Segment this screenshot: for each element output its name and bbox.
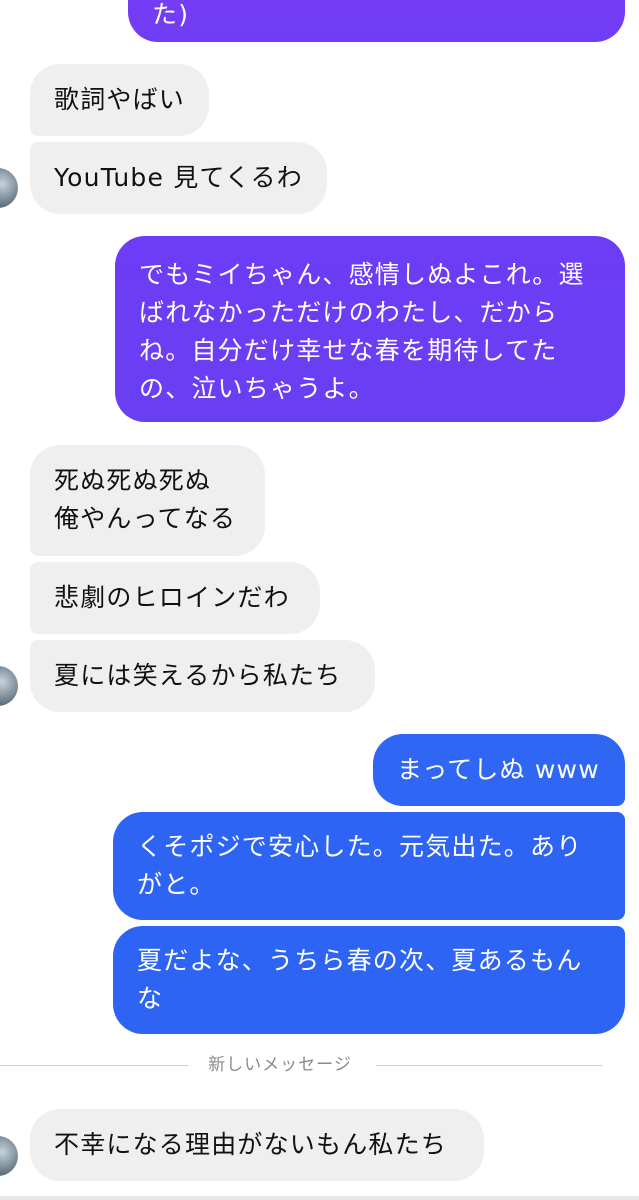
message-bubble-sent[interactable]: まってしぬ www [373,734,625,806]
new-messages-divider: 新しいメッセージ [208,1055,352,1075]
sender-avatar[interactable] [0,666,18,706]
chat-thread[interactable]: た) 歌詞やばい YouTube 見てくるわ でもミイちゃん、感情しぬよこれ。選… [0,0,639,1200]
message-bubble-received[interactable]: YouTube 見てくるわ [30,142,327,214]
message-bubble-received[interactable]: 不幸になる理由がないもん私たち [30,1109,484,1181]
message-bubble-sent[interactable]: くそポジで安心した。元気出た。ありがと。 [113,812,625,920]
sender-avatar[interactable] [0,1136,18,1176]
divider-line-right [376,1065,602,1066]
message-bubble-received[interactable]: 悲劇のヒロインだわ [30,562,320,634]
message-bubble-sent[interactable]: た) [128,0,625,42]
message-bubble-sent[interactable]: 夏だよな、うちら春の次、夏あるもんな [113,926,625,1034]
divider-line-left [0,1065,188,1066]
message-bubble-received[interactable]: 歌詞やばい [30,64,209,136]
message-bubble-sent[interactable]: でもミイちゃん、感情しぬよこれ。選ばれなかっただけのわたし、だからね。自分だけ幸… [115,236,625,422]
message-bubble-received[interactable]: 夏には笑えるから私たち [30,640,375,712]
sender-avatar[interactable] [0,168,18,208]
message-bubble-received[interactable]: 死ぬ死ぬ死ぬ 俺やんってなる [30,445,265,556]
bottom-edge [0,1196,639,1200]
